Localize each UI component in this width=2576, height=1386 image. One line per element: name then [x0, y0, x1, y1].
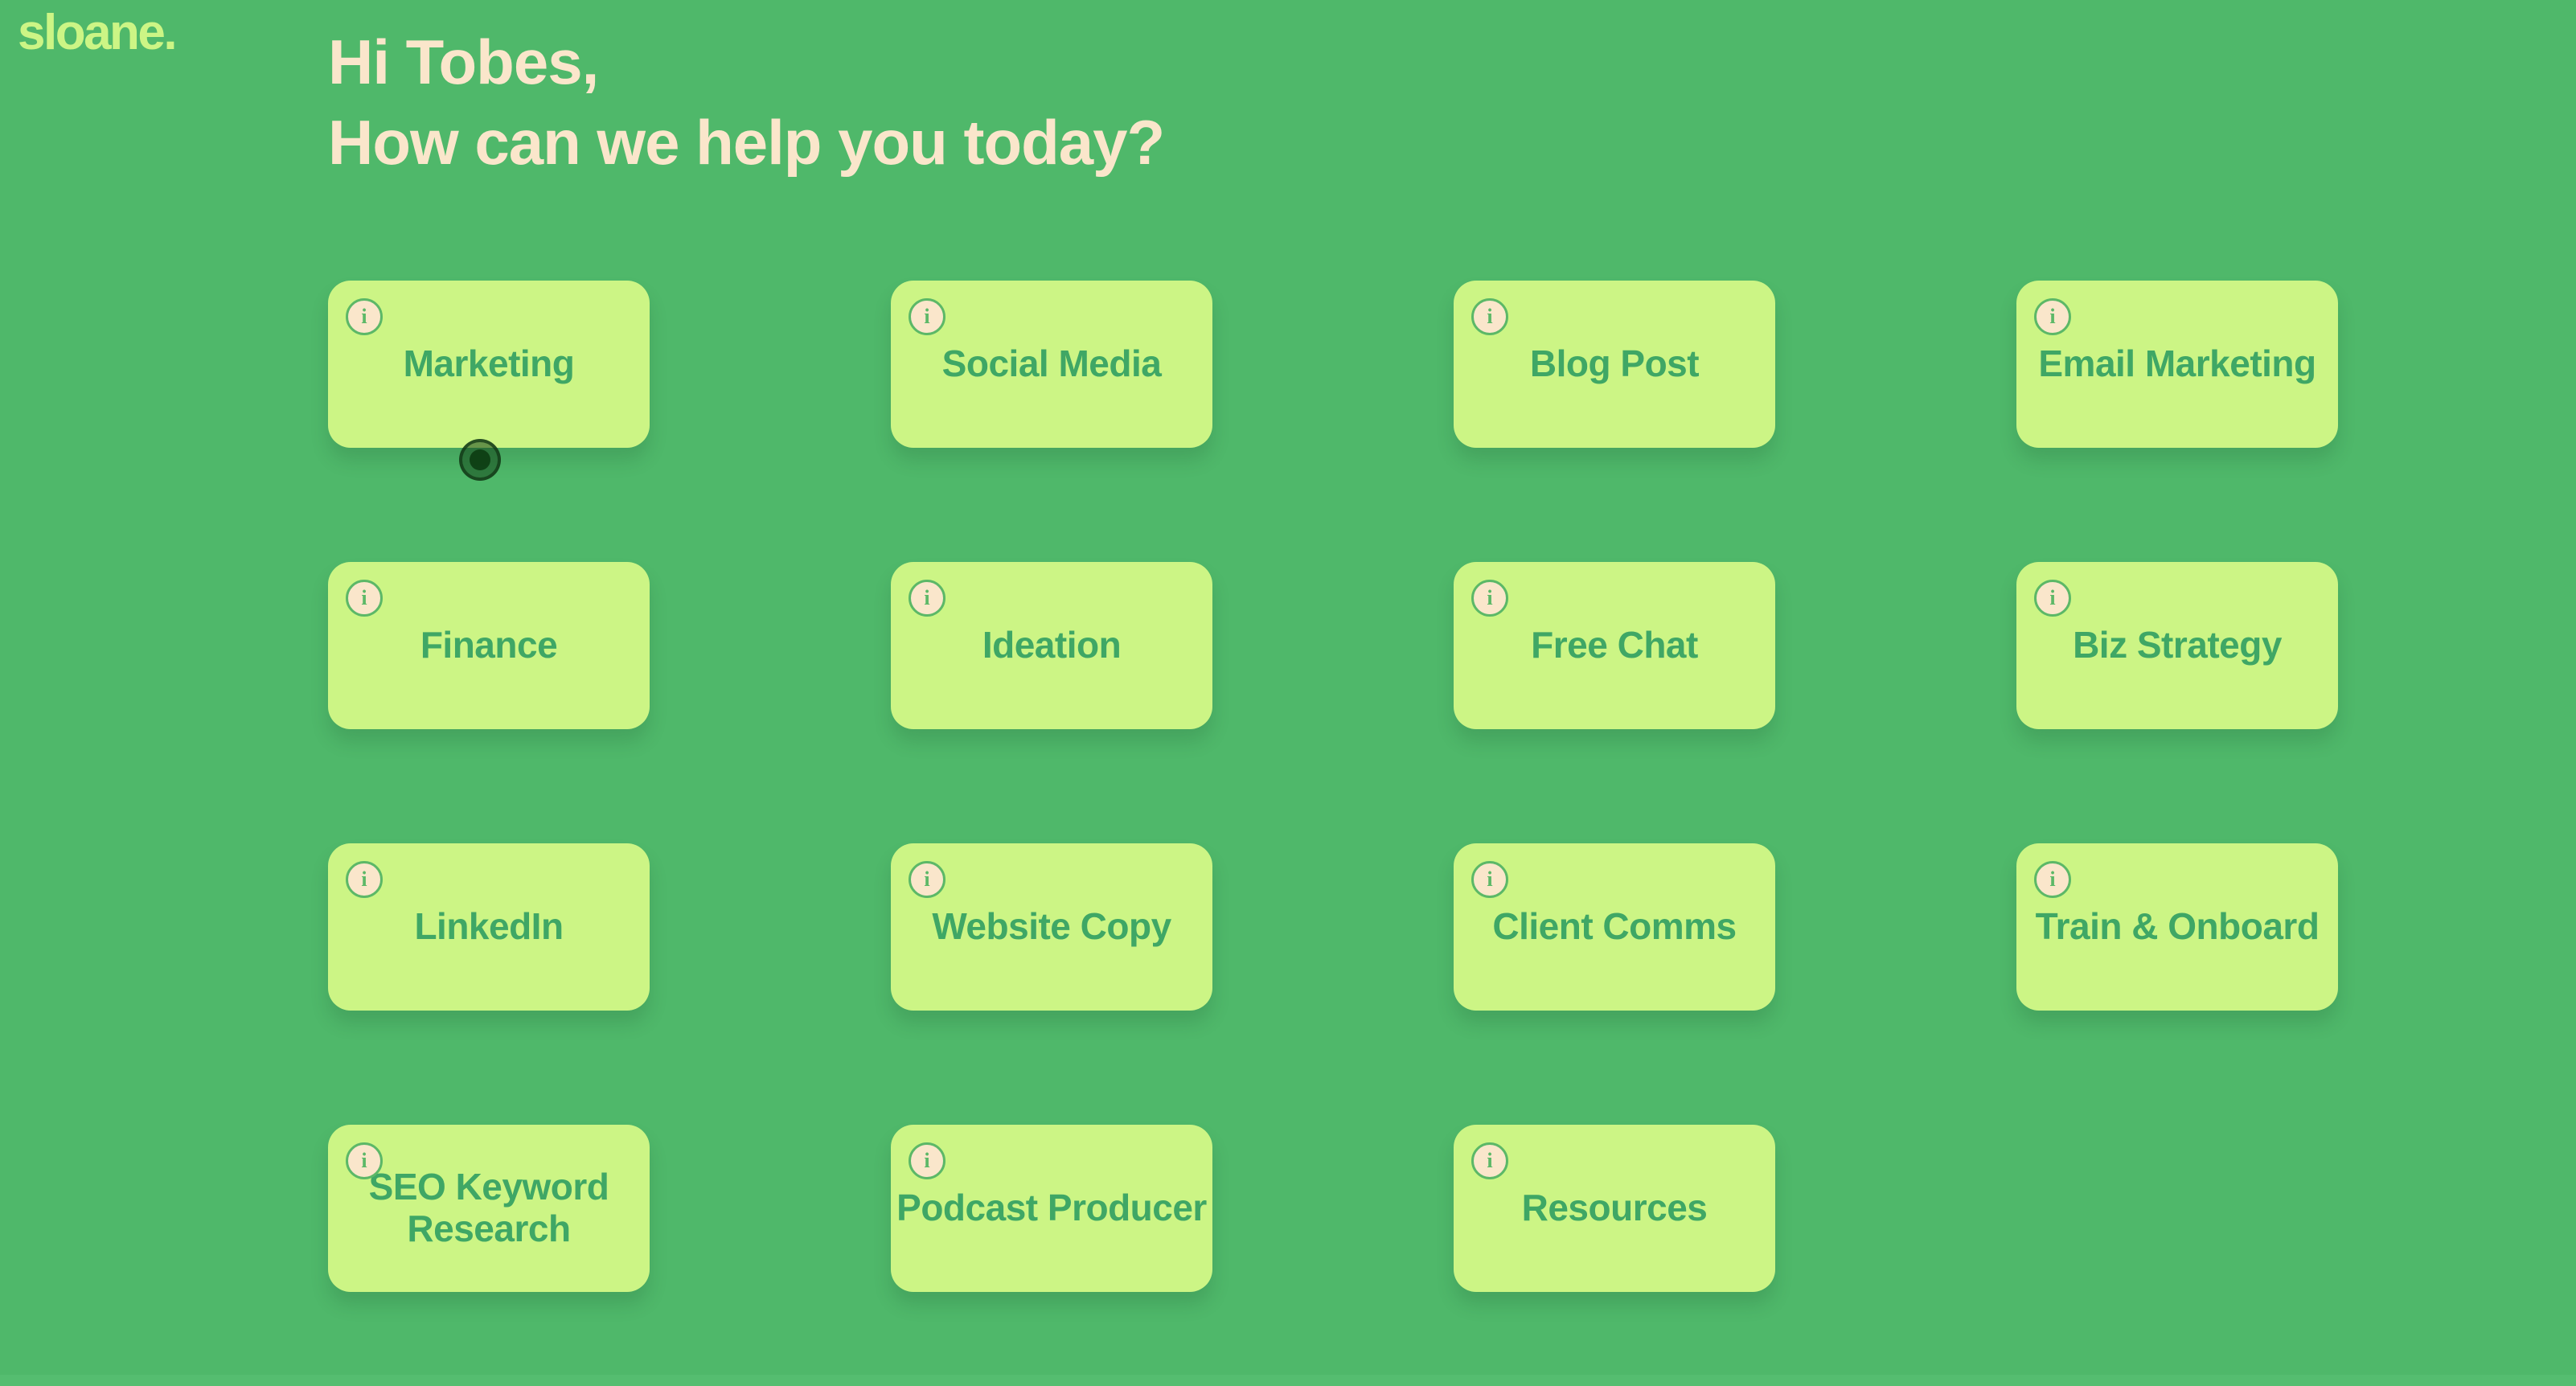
- assistant-card-label: Blog Post: [1529, 342, 1700, 385]
- greeting-line: Hi Tobes,: [328, 27, 599, 97]
- assistant-card-label: Resources: [1521, 1187, 1708, 1229]
- assistant-card-label: Email Marketing: [2038, 342, 2316, 385]
- info-icon[interactable]: i: [1471, 1142, 1508, 1179]
- assistant-card[interactable]: i Website Copy: [891, 843, 1212, 1011]
- assistant-card[interactable]: i Ideation: [891, 562, 1212, 729]
- info-icon[interactable]: i: [2034, 861, 2071, 898]
- info-icon[interactable]: i: [346, 580, 383, 617]
- assistant-card-label: Social Media: [941, 342, 1162, 385]
- bottom-band: [0, 1375, 2576, 1386]
- assistant-card[interactable]: i Podcast Producer: [891, 1125, 1212, 1292]
- info-icon[interactable]: i: [909, 861, 945, 898]
- info-icon[interactable]: i: [2034, 580, 2071, 617]
- info-icon[interactable]: i: [909, 1142, 945, 1179]
- assistant-card-label: Biz Strategy: [2073, 624, 2282, 666]
- info-icon[interactable]: i: [346, 1142, 383, 1179]
- assistant-card[interactable]: i Free Chat: [1454, 562, 1775, 729]
- assistant-card-label: Ideation: [982, 624, 1122, 666]
- info-icon[interactable]: i: [2034, 298, 2071, 335]
- page-title: Hi Tobes, How can we help you today?: [328, 23, 1165, 183]
- info-icon[interactable]: i: [1471, 298, 1508, 335]
- info-icon[interactable]: i: [909, 298, 945, 335]
- assistant-card[interactable]: i Blog Post: [1454, 281, 1775, 448]
- assistant-card[interactable]: i SEO Keyword Research: [328, 1125, 650, 1292]
- assistant-card-label: Finance: [420, 624, 558, 666]
- assistant-card-label: Train & Onboard: [2035, 905, 2320, 948]
- assistant-card-label: Client Comms: [1492, 905, 1737, 948]
- assistant-card-label: Marketing: [403, 342, 575, 385]
- assistant-card[interactable]: i LinkedIn: [328, 843, 650, 1011]
- assistant-card-label: LinkedIn: [414, 905, 564, 948]
- assistant-card-label: Free Chat: [1531, 624, 1698, 666]
- app-logo[interactable]: sloane.: [18, 8, 178, 58]
- assistant-card-label: Podcast Producer: [896, 1187, 1207, 1229]
- info-icon[interactable]: i: [909, 580, 945, 617]
- info-icon[interactable]: i: [346, 861, 383, 898]
- assistant-card[interactable]: i Client Comms: [1454, 843, 1775, 1011]
- info-icon[interactable]: i: [1471, 580, 1508, 617]
- assistant-card[interactable]: i Resources: [1454, 1125, 1775, 1292]
- assistant-card[interactable]: i Train & Onboard: [2016, 843, 2338, 1011]
- assistant-card[interactable]: i Finance: [328, 562, 650, 729]
- assistant-card-label: SEO Keyword Research: [368, 1166, 609, 1249]
- assistant-card[interactable]: i Social Media: [891, 281, 1212, 448]
- assistant-card-grid: i Marketing i Social Media i Blog Post i Email …: [328, 281, 2338, 1292]
- assistant-card[interactable]: i Marketing: [328, 281, 650, 448]
- assistant-card[interactable]: i Biz Strategy: [2016, 562, 2338, 729]
- info-icon[interactable]: i: [1471, 861, 1508, 898]
- info-icon[interactable]: i: [346, 298, 383, 335]
- assistant-card-label: Website Copy: [932, 905, 1171, 948]
- prompt-line: How can we help you today?: [328, 106, 1165, 178]
- assistant-card[interactable]: i Email Marketing: [2016, 281, 2338, 448]
